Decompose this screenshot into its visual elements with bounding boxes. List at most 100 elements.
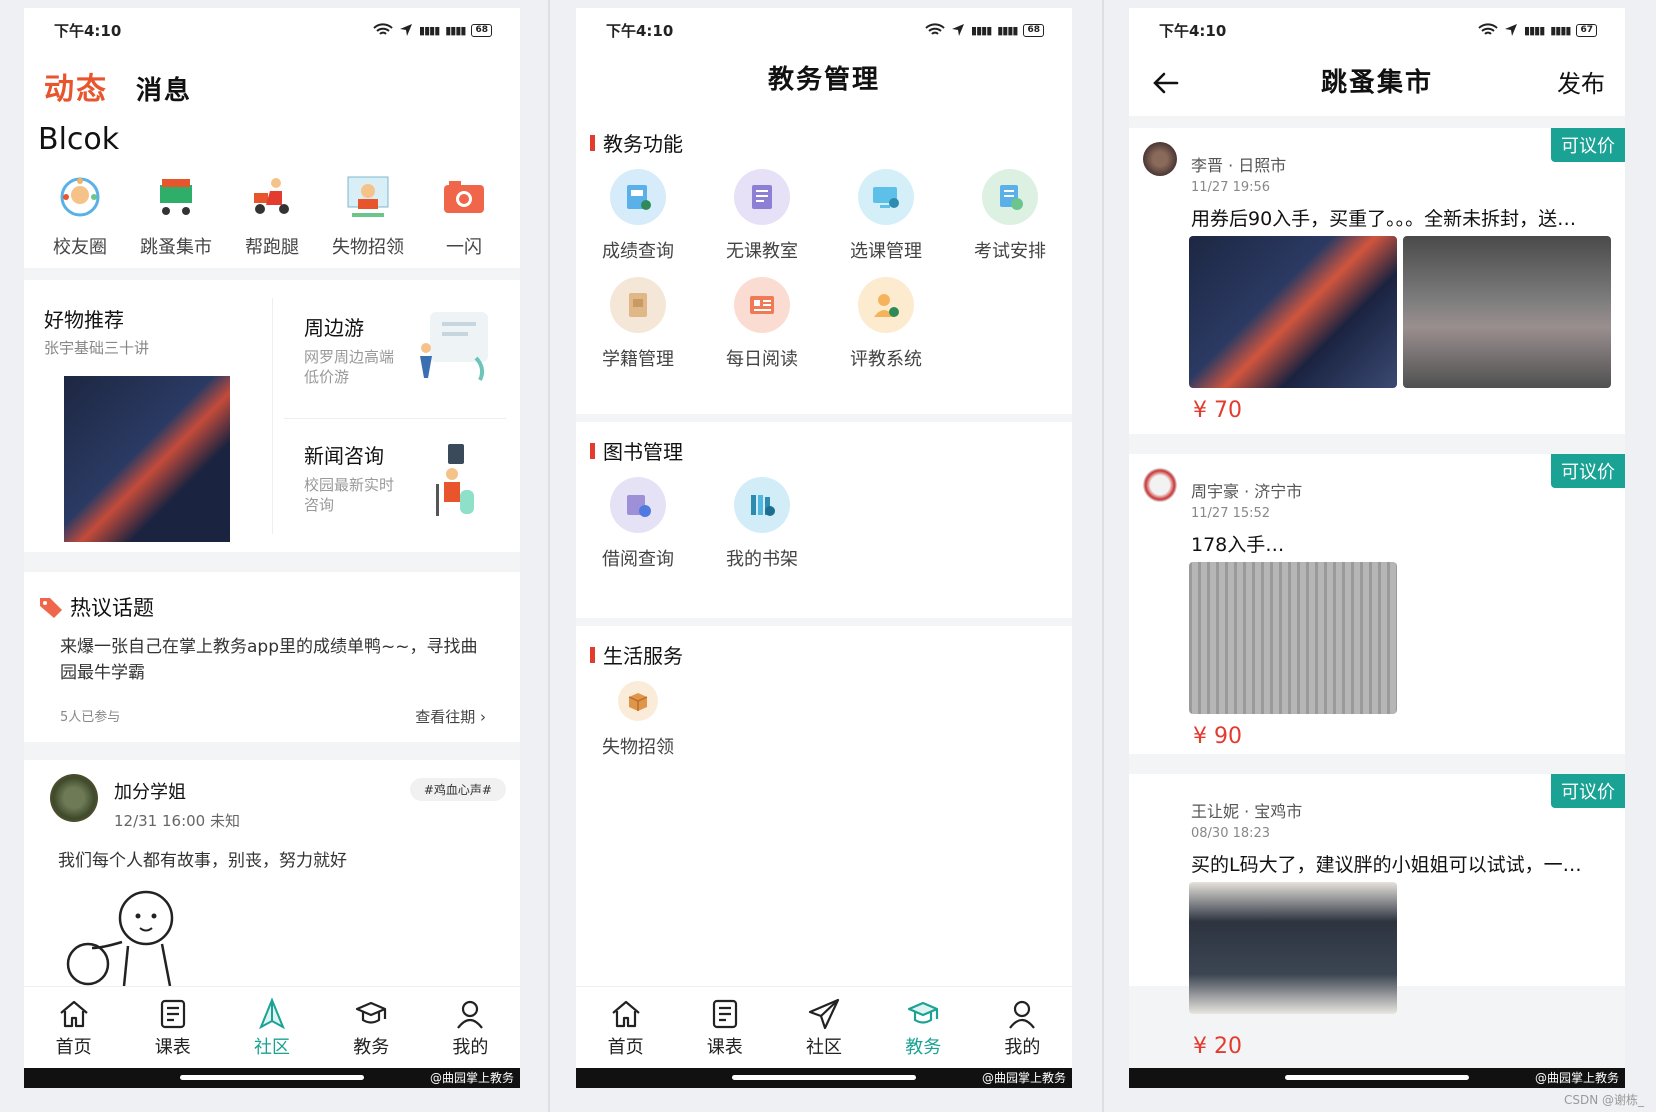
wifi-icon [925,23,945,35]
exam-schedule-icon [1000,185,1023,210]
post-time: 11/27 19:56 [1191,180,1271,195]
func-daily-reading[interactable]: 每日阅读 [700,277,824,371]
tab-profile[interactable]: 我的 [421,987,520,1076]
tab-label: 课表 [706,1037,743,1058]
post-author[interactable]: 加分学姐 [114,778,186,804]
func-borrow-query[interactable]: 借阅查询 [576,477,700,571]
tab-label: 社区 [254,1037,290,1058]
section-title: 教务功能 [603,132,683,156]
quick-item-lost-found[interactable]: 失物招领 [326,169,410,259]
page-title: 教务管理 [576,52,1072,114]
camera-icon [444,181,484,213]
avatar[interactable] [1143,142,1177,176]
quick-label: 校友圈 [53,237,107,258]
borrow-query-icon [627,495,651,517]
func-free-classroom[interactable]: 无课教室 [700,169,824,263]
section-marker [590,646,595,663]
section-academic-functions: 教务功能 成绩查询 无课教室 选课管理 考试安排 学籍管理 每日阅读 评教系统 [576,114,1072,414]
tab-label: 我的 [452,1037,489,1058]
signal-icon: ▮▮▮▮ [1524,23,1545,37]
tab-community[interactable]: 社区 [774,987,873,1076]
func-exam-schedule[interactable]: 考试安排 [948,169,1072,263]
item-description: 178入手… [1191,534,1285,556]
tab-messages[interactable]: 消息 [136,70,192,107]
lost-found-icon [347,176,389,217]
watermark: @曲园掌上教务 [981,1071,1066,1085]
tab-dynamic[interactable]: 动态 [44,64,108,108]
item-photo[interactable] [1403,236,1611,388]
shopping-cart-icon [160,179,192,215]
tab-label: 我的 [1004,1037,1041,1058]
good-recommend[interactable]: 好物推荐 张宇基础三十讲 [44,304,264,358]
battery-icon: 67 [1576,23,1597,37]
quick-item-errand[interactable]: 帮跑腿 [230,169,314,259]
profile-icon [1009,1000,1036,1029]
rec-title: 好物推荐 [44,308,124,332]
func-bookshelf[interactable]: 我的书架 [700,477,824,571]
location-icon [400,24,413,36]
func-teacher-eval[interactable]: 评教系统 [824,277,948,371]
market-item[interactable]: 可议价 周宇豪 · 济宁市 11/27 15:52 178入手… ¥ 90 [1129,454,1625,754]
market-item[interactable]: 可议价 李晋 · 日照市 11/27 19:56 用券后90入手，买重了。。。全… [1129,128,1625,434]
func-label: 选课管理 [850,241,922,262]
tab-home[interactable]: 首页 [576,987,675,1076]
section-life-services: 生活服务 失物招领 [576,626,1072,986]
tab-schedule[interactable]: 课表 [123,987,222,1076]
home-indicator[interactable] [732,1075,916,1080]
quick-item-flea-market[interactable]: 跳蚤集市 [134,169,218,259]
func-course-select[interactable]: 选课管理 [824,169,948,263]
tab-academic[interactable]: 教务 [322,987,421,1076]
nav-header: 跳蚤集市 发布 [1129,52,1625,116]
status-icons: ▮▮▮▮ ▮▮▮▮ 67 [1478,23,1597,37]
home-icon [611,1000,640,1028]
profile-icon [457,1000,484,1029]
avatar[interactable] [1143,468,1177,502]
feed-post[interactable]: 加分学姐 12/31 16:00 未知 #鸡血心声# 我们每个人都有故事，别丧，… [24,760,520,986]
hot-topic-card[interactable]: 热议话题 来爆一张自己在掌上教务app里的成绩单鸭~~，寻找曲园最牛学霸 5人已… [24,572,520,742]
post-hashtag[interactable]: #鸡血心声# [409,778,506,801]
func-student-record[interactable]: 学籍管理 [576,277,700,371]
negotiable-badge: 可议价 [1551,128,1625,162]
func-label: 借阅查询 [602,549,674,570]
post-text: 我们每个人都有故事，别丧，努力就好 [58,851,347,871]
academic-screen: 下午4:10 ▮▮▮▮ ▮▮▮▮ 68 教务管理 教务功能 成绩查询 无课教室 … [576,8,1072,1088]
wifi-icon [1478,23,1498,35]
quick-label: 跳蚤集市 [140,237,212,258]
tab-label: 教务 [353,1037,390,1058]
quick-item-friends[interactable]: 校友圈 [38,169,122,259]
watermark: @曲园掌上教务 [1534,1071,1619,1085]
func-label: 每日阅读 [726,349,798,370]
doodle-image[interactable] [58,886,198,986]
tab-home[interactable]: 首页 [24,987,123,1076]
view-past-link[interactable]: 查看往期 › [415,706,486,727]
tab-community[interactable]: 社区 [222,987,321,1076]
post-time: 08/30 18:23 [1191,826,1271,841]
func-label: 学籍管理 [602,349,674,370]
tag-icon [40,598,62,618]
tab-label: 课表 [154,1037,191,1058]
avatar[interactable] [50,774,98,822]
status-bar: 下午4:10 ▮▮▮▮ ▮▮▮▮ 67 [1129,8,1625,52]
academic-icon [356,1001,387,1024]
section-marker [590,134,595,151]
tab-profile[interactable]: 我的 [973,987,1072,1076]
func-label: 考试安排 [974,241,1046,262]
book-image[interactable] [64,376,230,542]
watermark: @曲园掌上教务 [429,1071,514,1085]
location-icon [952,24,965,36]
home-indicator[interactable] [180,1075,364,1080]
status-time: 下午4:10 [606,21,674,40]
item-photo[interactable] [1189,882,1397,1014]
quick-item-flash[interactable]: 一闪 [422,169,506,259]
tab-academic[interactable]: 教务 [874,987,973,1076]
quick-label: 失物招领 [332,237,404,258]
tab-schedule[interactable]: 课表 [675,987,774,1076]
home-indicator[interactable] [1285,1075,1469,1080]
func-grade-query[interactable]: 成绩查询 [576,169,700,263]
func-lost-found[interactable]: 失物招领 [576,681,700,759]
item-photo[interactable] [1189,562,1397,714]
item-photo[interactable] [1189,236,1397,388]
publish-button[interactable]: 发布 [1557,64,1605,99]
divider [284,418,506,419]
market-item[interactable]: 可议价 王让妮 · 宝鸡市 08/30 18:23 买的L码大了，建议胖的小姐姐… [1129,774,1625,1059]
